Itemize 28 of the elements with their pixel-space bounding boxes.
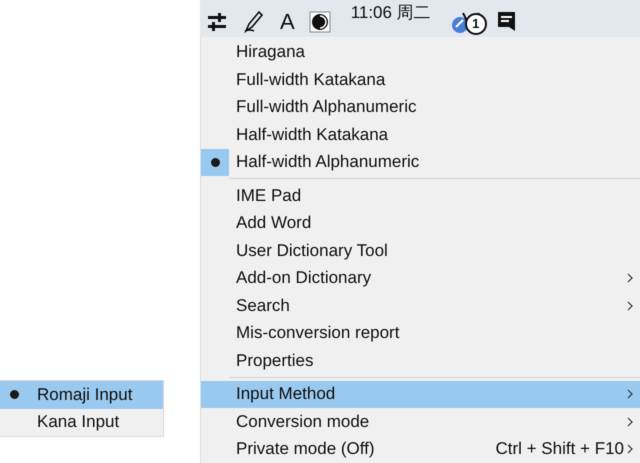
- menu-item[interactable]: Half-width Alphanumeric: [201, 148, 640, 176]
- menu-item[interactable]: Hiragana: [201, 38, 640, 66]
- menu-item[interactable]: User Dictionary Tool: [201, 237, 640, 264]
- menu-item[interactable]: Half-width Katakana: [201, 121, 640, 148]
- moon-app-icon[interactable]: [308, 10, 331, 32]
- menu-item[interactable]: IME Pad: [201, 182, 640, 210]
- submenu-item[interactable]: Kana Input: [0, 408, 163, 436]
- chevron-right-icon: [626, 388, 634, 400]
- input-mode-indicator[interactable]: A: [280, 8, 295, 34]
- sliders-icon[interactable]: [206, 10, 228, 32]
- menu-item[interactable]: Input Method: [201, 380, 640, 408]
- chevron-right-icon: [626, 272, 634, 284]
- clock-time[interactable]: 11:06 周二: [350, 2, 431, 22]
- chevron-right-icon: [626, 300, 634, 312]
- menu-item[interactable]: Add-on Dictionary: [201, 264, 640, 292]
- menu-item[interactable]: Mis-conversion report: [201, 320, 640, 347]
- menu-item[interactable]: Full-width Alphanumeric: [201, 94, 640, 121]
- menu-item[interactable]: Search: [201, 292, 640, 320]
- notification-badge: 1: [464, 12, 487, 34]
- chevron-right-icon: [626, 443, 634, 456]
- chevron-right-icon: [626, 416, 634, 428]
- menu-item[interactable]: Full-width Katakana: [201, 66, 640, 94]
- menu-item[interactable]: Add Word: [201, 210, 640, 237]
- menu-item[interactable]: Private mode (Off) Ctrl + Shift + F10: [201, 436, 640, 463]
- menu-item[interactable]: Conversion mode: [201, 408, 640, 436]
- menu-item[interactable]: Properties: [201, 347, 640, 374]
- pen-icon[interactable]: [242, 8, 266, 32]
- submenu-item[interactable]: Romaji Input: [0, 381, 163, 408]
